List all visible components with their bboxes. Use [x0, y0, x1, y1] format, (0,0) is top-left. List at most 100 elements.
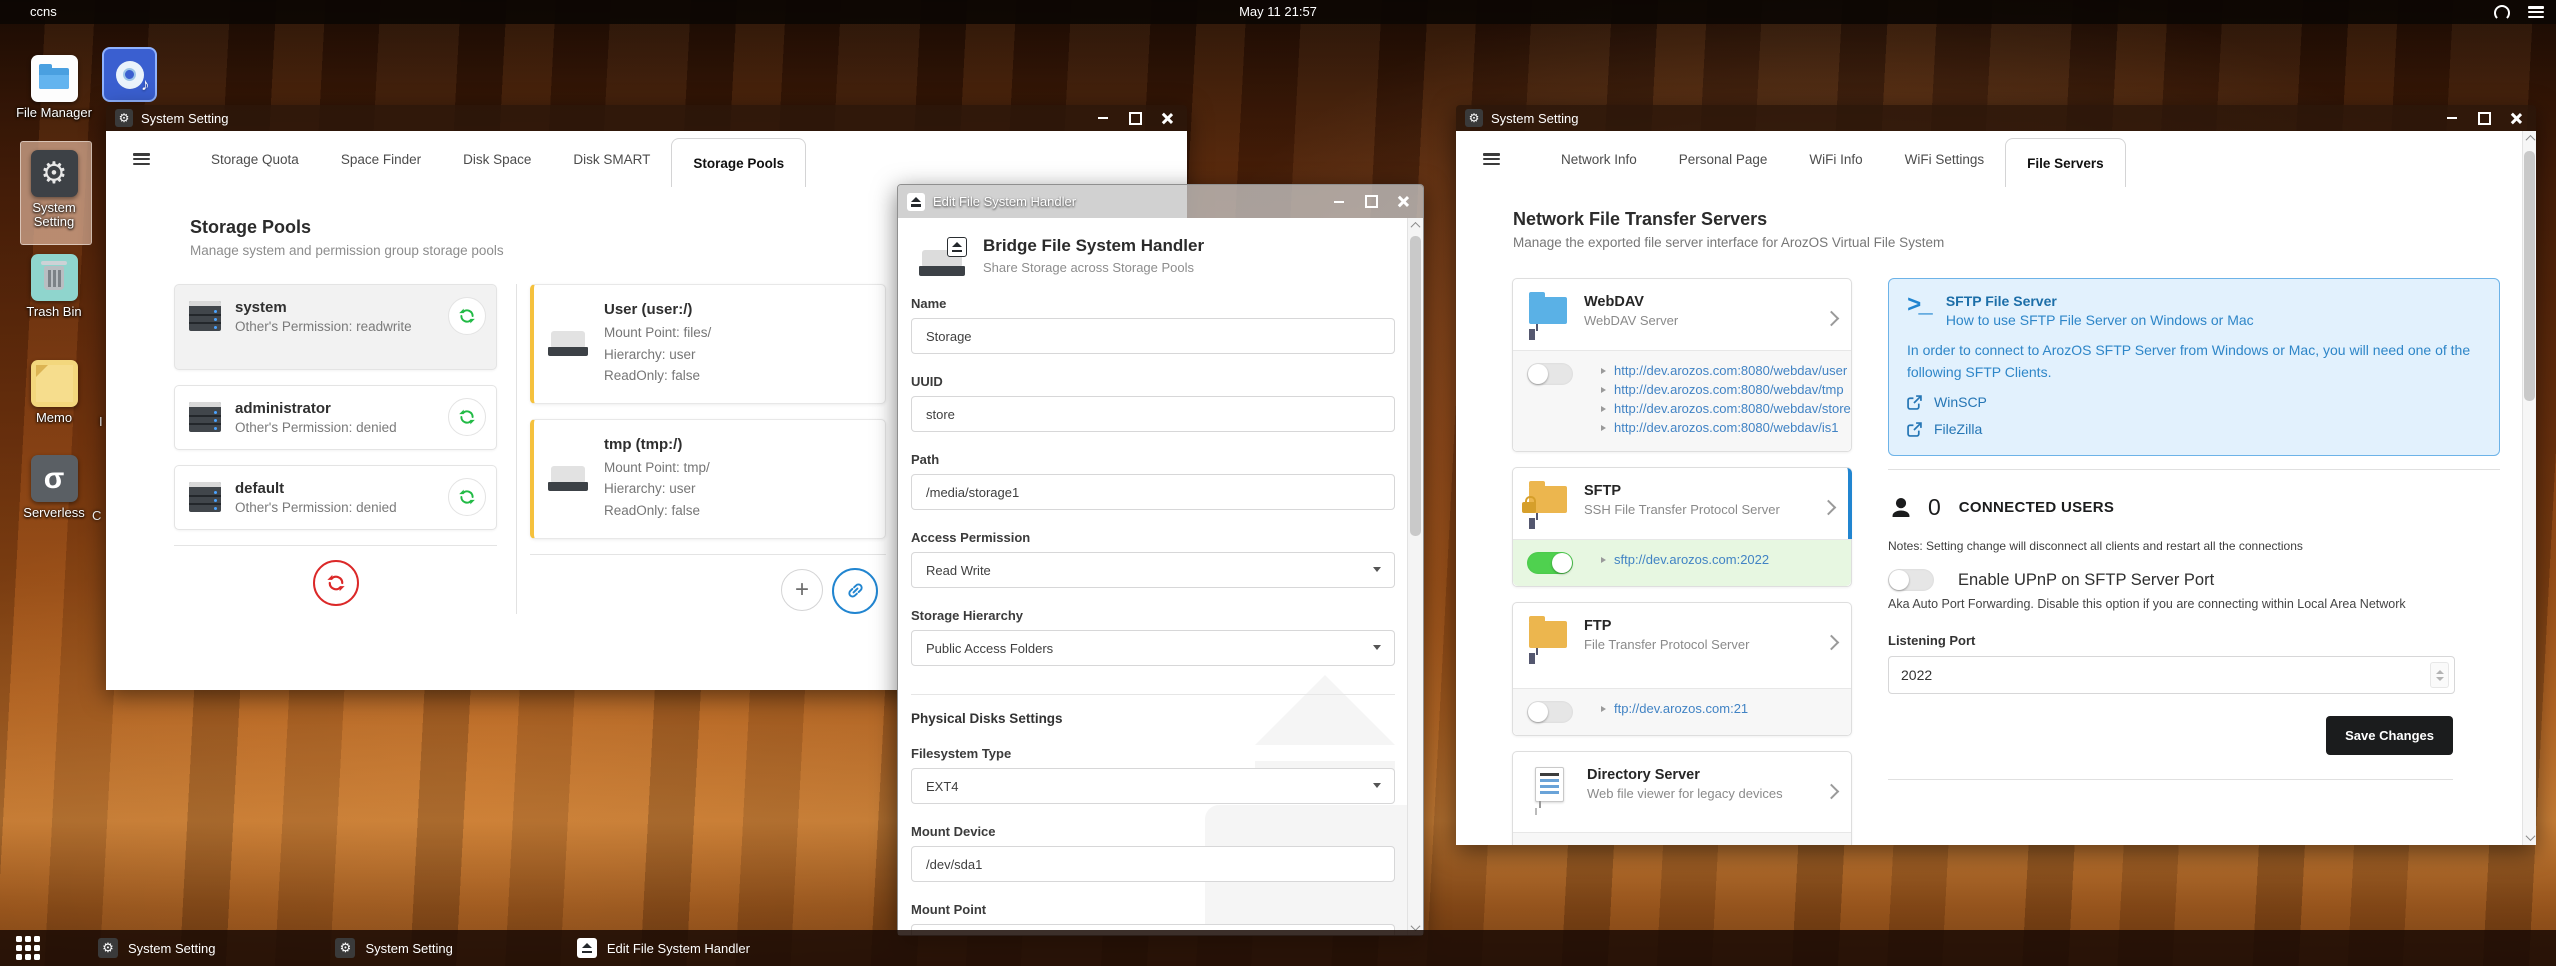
taskbar-item-edit-fsh[interactable]: Edit File System Handler [563, 930, 764, 966]
app-launcher-icon[interactable] [16, 936, 40, 960]
storage-hierarchy-label: Storage Hierarchy [911, 608, 1023, 623]
bridge-drive-icon [919, 237, 967, 276]
step-down-icon[interactable] [2435, 676, 2444, 681]
minimize-button[interactable] [1087, 105, 1119, 131]
maximize-button[interactable] [1355, 185, 1387, 218]
close-button[interactable] [2500, 105, 2532, 131]
desktop-icon-serverless[interactable]: σ Serverless [10, 455, 98, 520]
scrollbar-thumb[interactable] [2524, 151, 2535, 401]
ftp-toggle[interactable] [1527, 701, 1573, 723]
tab-wifi-info[interactable]: WiFi Info [1788, 131, 1883, 187]
fsh-card-user[interactable]: User (user:/) Mount Point: files/ Hierar… [530, 284, 886, 404]
tab-disk-smart[interactable]: Disk SMART [552, 131, 671, 187]
desktop-icon-trash-bin[interactable]: Trash Bin [10, 254, 98, 319]
client-link-filezilla[interactable]: FileZilla [1934, 421, 1982, 437]
server-card-webdav[interactable]: WebDAV WebDAV Server http://dev.arozos.c… [1512, 278, 1852, 452]
tab-wifi-settings[interactable]: WiFi Settings [1884, 131, 2006, 187]
uuid-input[interactable] [912, 406, 1394, 422]
mount-device-input[interactable] [912, 856, 1394, 872]
pool-card-default[interactable]: default Other's Permission: denied [174, 465, 497, 530]
upnp-toggle[interactable] [1888, 569, 1934, 592]
scrollbar[interactable] [2522, 131, 2536, 845]
sftp-toggle[interactable] [1527, 552, 1573, 574]
window-content: Network File Transfer Servers Manage the… [1456, 187, 2536, 845]
reload-pools-button[interactable] [312, 560, 359, 606]
connected-users-count: 0 [1928, 494, 1941, 521]
terminal-icon: >_ [1907, 293, 1933, 320]
server-card-sftp[interactable]: SFTP SSH File Transfer Protocol Server s… [1512, 467, 1852, 587]
client-link-winscp[interactable]: WinSCP [1934, 394, 1987, 410]
tab-disk-space[interactable]: Disk Space [442, 131, 552, 187]
save-changes-button[interactable]: Save Changes [2326, 716, 2453, 756]
gear-icon: ⚙ [115, 109, 133, 127]
fsh-hierarchy: Hierarchy: user [604, 481, 696, 497]
desktop-icon-music[interactable]: ♪ [102, 47, 157, 102]
external-link-icon [1907, 395, 1922, 410]
desktop-icon-memo[interactable]: Memo [10, 360, 98, 425]
window-titlebar[interactable]: ⚙ System Setting [106, 105, 1187, 131]
name-input[interactable] [912, 328, 1394, 344]
fsh-name: tmp (tmp:/) [604, 435, 683, 453]
webdav-toggle[interactable] [1527, 363, 1573, 385]
close-button[interactable] [1151, 105, 1183, 131]
tab-space-finder[interactable]: Space Finder [320, 131, 442, 187]
close-button[interactable] [1387, 185, 1419, 218]
taskbar-item-system-setting-1[interactable]: ⚙ System Setting [84, 930, 229, 966]
window-titlebar[interactable]: Edit File System Handler [898, 185, 1423, 218]
bridge-fsh-button[interactable] [832, 567, 878, 614]
tab-bar: Storage Quota Space Finder Disk Space Di… [106, 131, 1187, 188]
name-label: Name [911, 296, 947, 311]
step-up-icon[interactable] [2435, 669, 2444, 674]
scroll-up-icon[interactable] [2523, 131, 2538, 146]
tab-network-info[interactable]: Network Info [1540, 131, 1658, 187]
webdav-link[interactable]: http://dev.arozos.com:8080/webdav/tmp [1614, 382, 1844, 397]
filesystem-type-dropdown[interactable]: EXT4 [911, 768, 1395, 804]
pool-card-administrator[interactable]: administrator Other's Permission: denied [174, 385, 497, 450]
access-permission-dropdown[interactable]: Read Write [911, 552, 1395, 588]
storage-hierarchy-dropdown[interactable]: Public Access Folders [911, 630, 1395, 666]
desktop-icon-system-setting[interactable]: ⚙ System Setting [10, 150, 98, 228]
webdav-link[interactable]: http://dev.arozos.com:8080/webdav/store [1614, 401, 1851, 416]
listening-port-input[interactable] [1889, 667, 2413, 684]
scroll-up-icon[interactable] [1408, 218, 1423, 233]
sync-icon[interactable] [448, 297, 486, 335]
ftp-link[interactable]: ftp://dev.arozos.com:21 [1614, 701, 1748, 716]
fsh-card-tmp[interactable]: tmp (tmp:/) Mount Point: tmp/ Hierarchy:… [530, 418, 886, 539]
bullet-icon [1601, 386, 1606, 393]
scrollbar-thumb[interactable] [1410, 236, 1421, 536]
desktop-icon-file-manager[interactable]: File Manager [10, 55, 98, 120]
tab-file-servers[interactable]: File Servers [2005, 138, 2126, 188]
scroll-down-icon[interactable] [2523, 830, 2538, 845]
server-card-ftp[interactable]: FTP File Transfer Protocol Server ftp://… [1512, 602, 1852, 736]
maximize-button[interactable] [2468, 105, 2500, 131]
number-stepper[interactable] [2430, 662, 2449, 689]
sync-icon[interactable] [448, 398, 486, 436]
mount-device-field [911, 846, 1395, 882]
tab-storage-quota[interactable]: Storage Quota [190, 131, 320, 187]
pool-card-system[interactable]: system Other's Permission: readwrite [174, 284, 497, 370]
taskbar-item-system-setting-2[interactable]: ⚙ System Setting [321, 930, 466, 966]
webdav-folder-icon [1529, 292, 1567, 331]
add-fsh-button[interactable]: + [781, 568, 823, 611]
tab-storage-pools[interactable]: Storage Pools [671, 138, 807, 188]
tab-personal-page[interactable]: Personal Page [1658, 131, 1789, 187]
sftp-link[interactable]: sftp://dev.arozos.com:2022 [1614, 552, 1769, 567]
minimize-button[interactable] [2436, 105, 2468, 131]
sync-icon[interactable] [448, 478, 486, 516]
minimize-button[interactable] [1323, 185, 1355, 218]
webdav-link[interactable]: http://dev.arozos.com:8080/webdav/is1 [1614, 420, 1839, 435]
menu-icon[interactable] [1483, 153, 1500, 165]
menu-icon[interactable] [133, 153, 150, 165]
maximize-button[interactable] [1119, 105, 1151, 131]
partial-icon-label: C [92, 508, 102, 523]
server-card-directory[interactable]: Directory Server Web file viewer for leg… [1512, 751, 1852, 845]
menu-icon[interactable] [2528, 6, 2544, 18]
loading-circle-icon[interactable] [2494, 5, 2510, 21]
scrollbar[interactable] [1407, 218, 1423, 935]
user-icon [1892, 497, 1910, 517]
window-titlebar[interactable]: ⚙ System Setting [1456, 105, 2536, 131]
webdav-link[interactable]: http://dev.arozos.com:8080/webdav/user [1614, 363, 1847, 378]
chevron-right-icon [1820, 499, 1837, 516]
filesystem-type-label: Filesystem Type [911, 746, 1012, 761]
path-input[interactable] [912, 484, 1394, 500]
